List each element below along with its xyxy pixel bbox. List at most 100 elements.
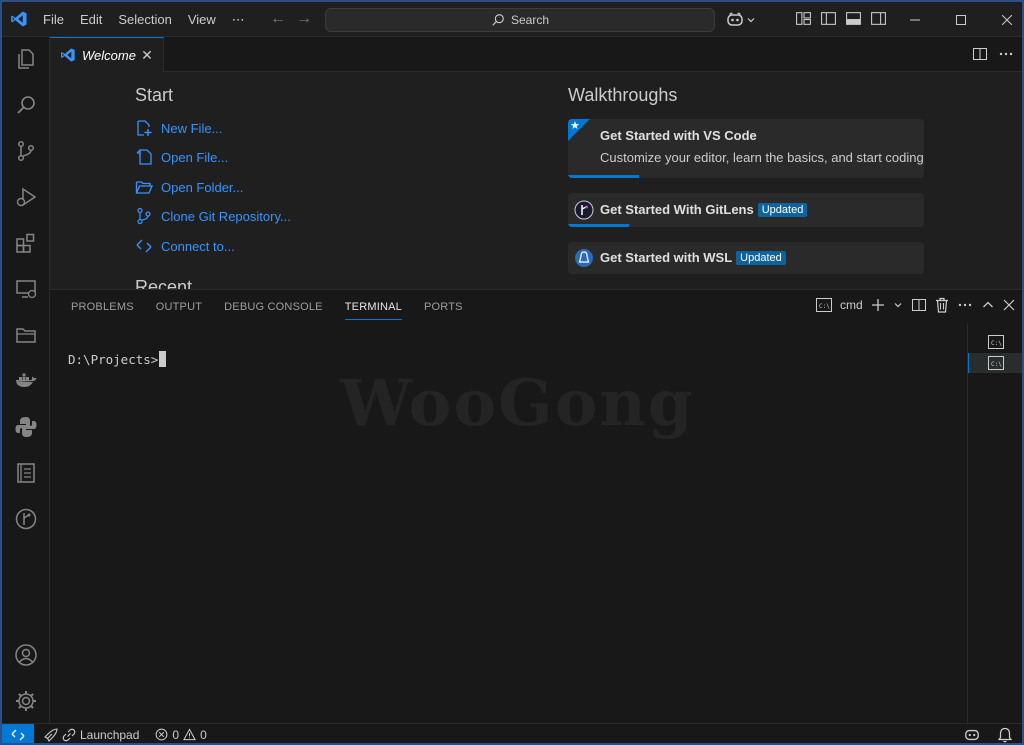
new-terminal-plus-icon[interactable]: [871, 298, 885, 312]
connect-to-link[interactable]: Connect to...: [135, 235, 235, 257]
open-file-link[interactable]: Open File...: [135, 146, 228, 168]
tab-ports[interactable]: PORTS: [413, 290, 474, 324]
panel-tabs: PROBLEMS OUTPUT DEBUG CONSOLE TERMINAL P…: [60, 290, 474, 324]
title-bar: File Edit Selection View ⋯ ← → Search: [2, 2, 1022, 37]
open-folder-icon: [135, 181, 153, 194]
menu-more[interactable]: ⋯: [224, 2, 253, 37]
bottom-panel: PROBLEMS OUTPUT DEBUG CONSOLE TERMINAL P…: [50, 289, 1022, 724]
maximize-panel-chevron-up-icon[interactable]: [981, 298, 995, 312]
copilot-icon[interactable]: [964, 727, 980, 743]
close-icon: [1002, 14, 1012, 25]
more-actions-icon[interactable]: [998, 46, 1014, 62]
clone-git-repository-link[interactable]: Clone Git Repository...: [135, 205, 291, 227]
toggle-primary-sidebar-icon[interactable]: [820, 10, 837, 27]
problems-indicator[interactable]: 0 0: [155, 727, 207, 742]
notebook-icon[interactable]: [12, 459, 40, 487]
walkthrough-card-gitlens[interactable]: Get Started With GitLens Updated: [568, 193, 924, 227]
terminal-cmd-icon: C:\: [816, 298, 832, 312]
extensions-icon[interactable]: [12, 229, 40, 257]
chevron-down-icon: [747, 18, 755, 23]
customize-layout-icon[interactable]: [795, 10, 812, 27]
walkthrough-title-row: Get Started with WSL Updated: [600, 250, 786, 265]
terminal-output[interactable]: WooGong D:\Projects>: [50, 324, 967, 724]
close-panel-icon[interactable]: [1003, 299, 1015, 311]
linux-penguin-icon: [575, 249, 593, 267]
toggle-secondary-sidebar-icon[interactable]: [870, 10, 887, 27]
settings-gear-icon[interactable]: [12, 687, 40, 715]
command-center-search[interactable]: Search: [325, 8, 715, 32]
remote-icon: [11, 729, 25, 740]
search-icon: [492, 14, 504, 26]
menu-file[interactable]: File: [35, 2, 72, 37]
walkthrough-card-vscode[interactable]: ★ Get Started with VS Code Customize you…: [568, 119, 924, 178]
menu-selection[interactable]: Selection: [110, 2, 179, 37]
close-window-button[interactable]: [984, 2, 1022, 37]
error-count: 0: [172, 727, 180, 742]
terminal-instance-1[interactable]: C:\: [968, 332, 1022, 352]
tab-problems[interactable]: PROBLEMS: [60, 290, 145, 324]
walkthrough-title: Get Started with VS Code: [600, 128, 757, 143]
notifications-bell-icon[interactable]: [998, 727, 1012, 743]
accounts-icon[interactable]: [12, 641, 40, 669]
search-view-icon[interactable]: [12, 91, 40, 119]
terminal-instance-2[interactable]: C:\: [968, 353, 1022, 373]
remote-explorer-icon[interactable]: [12, 275, 40, 303]
more-actions-icon[interactable]: [957, 297, 973, 313]
walkthrough-description: Customize your editor, learn the basics,…: [600, 150, 924, 165]
split-editor-icon[interactable]: [972, 46, 988, 62]
warning-icon: [183, 728, 197, 741]
chevron-down-icon[interactable]: [893, 300, 903, 310]
maximize-button[interactable]: [938, 2, 984, 37]
terminal-actions: C:\ cmd: [816, 297, 1015, 313]
error-icon: [155, 728, 168, 741]
run-debug-icon[interactable]: [12, 183, 40, 211]
terminal-name[interactable]: cmd: [840, 298, 863, 312]
open-folder-link[interactable]: Open Folder...: [135, 176, 243, 198]
launchpad-item[interactable]: Launchpad: [44, 728, 139, 742]
walkthrough-title: Get Started with WSL: [600, 250, 733, 265]
terminal-tabs-list: C:\ C:\: [967, 324, 1022, 724]
menu-view[interactable]: View: [180, 2, 224, 37]
python-icon[interactable]: [12, 413, 40, 441]
search-label: Search: [510, 13, 550, 27]
walkthrough-card-wsl[interactable]: Get Started with WSL Updated: [568, 242, 924, 274]
menu-edit[interactable]: Edit: [72, 2, 110, 37]
welcome-page: Start New File... Open File... Open Fold…: [50, 72, 1022, 289]
layout-controls: [795, 10, 887, 27]
walkthrough-progress-bar: [568, 224, 629, 227]
toggle-panel-icon[interactable]: [845, 10, 862, 27]
tab-output[interactable]: OUTPUT: [145, 290, 213, 324]
tab-welcome[interactable]: Welcome ✕: [50, 37, 164, 72]
forward-arrow-icon[interactable]: →: [296, 10, 312, 28]
trash-icon[interactable]: [935, 297, 949, 313]
new-file-link[interactable]: New File...: [135, 117, 222, 139]
tab-terminal[interactable]: TERMINAL: [334, 290, 413, 324]
remote-indicator-button[interactable]: [2, 723, 34, 743]
recent-heading: Recent: [135, 277, 193, 289]
gitlens-icon[interactable]: [12, 505, 40, 533]
status-bar: Launchpad 0 0: [2, 723, 1022, 743]
back-arrow-icon[interactable]: ←: [270, 10, 286, 28]
svg-text:C:\: C:\: [991, 361, 1002, 368]
project-manager-icon[interactable]: [12, 321, 40, 349]
new-file-icon: [137, 120, 152, 136]
terminal-cmd-icon: C:\: [987, 335, 1004, 349]
explorer-icon[interactable]: [12, 45, 40, 73]
editor-tab-bar: Welcome ✕: [50, 37, 1022, 72]
rocket-icon: [44, 727, 58, 742]
launchpad-label: Launchpad: [80, 727, 140, 742]
docker-icon[interactable]: [12, 367, 40, 395]
tab-close-icon[interactable]: ✕: [139, 47, 155, 63]
source-control-icon[interactable]: [12, 137, 40, 165]
menu-bar: File Edit Selection View ⋯: [35, 2, 253, 37]
svg-text:C:\: C:\: [991, 340, 1002, 347]
vscode-logo-icon: [61, 48, 75, 62]
minimize-button[interactable]: [892, 2, 938, 37]
watermark: WooGong: [340, 366, 695, 441]
source-control-icon: [137, 207, 151, 225]
split-terminal-icon[interactable]: [911, 297, 927, 313]
link-icon: [62, 728, 76, 741]
copilot-menu[interactable]: [726, 10, 758, 30]
warning-count: 0: [200, 727, 207, 742]
tab-debug-console[interactable]: DEBUG CONSOLE: [213, 290, 334, 324]
